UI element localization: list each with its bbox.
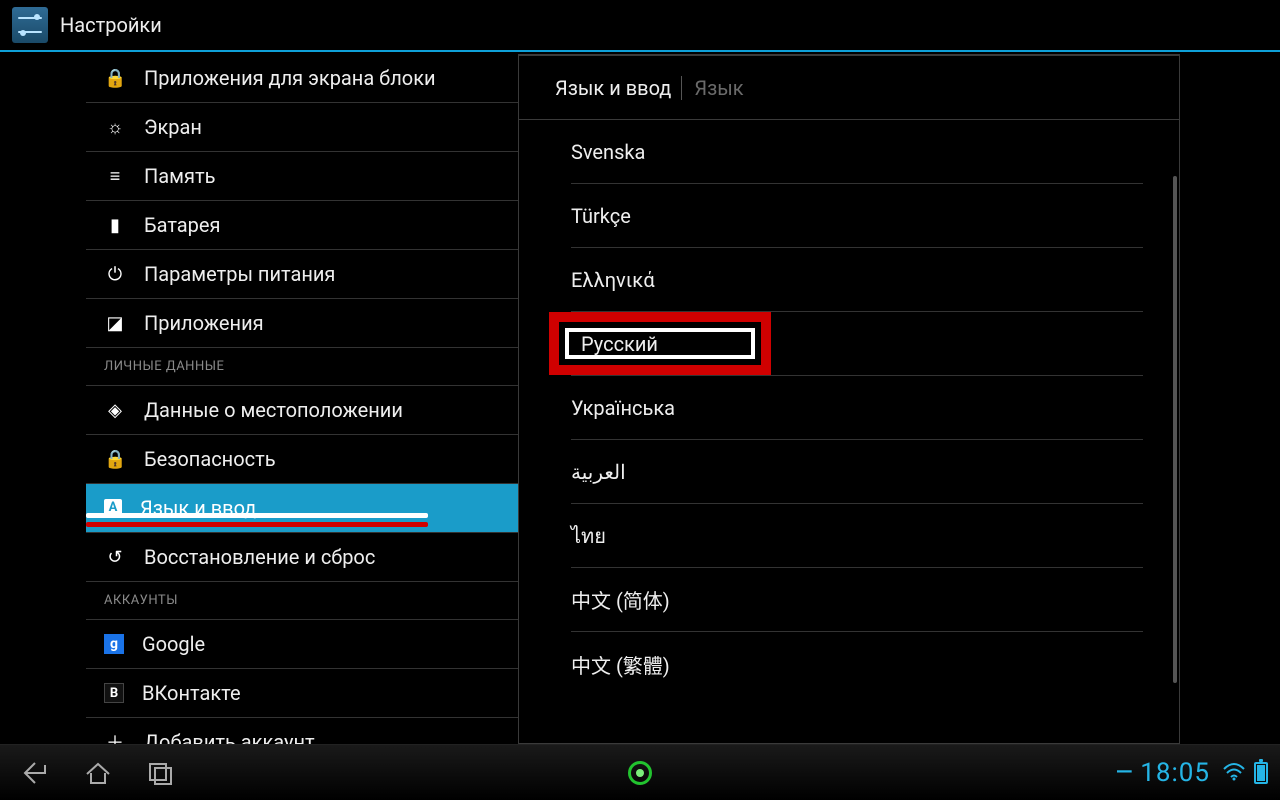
power-icon: ⏻ (104, 264, 126, 285)
sidebar-item-label: Память (144, 164, 215, 188)
sidebar-item-google[interactable]: g Google (86, 620, 518, 669)
language-label: Svenska (571, 140, 645, 164)
sidebar-item-label: Приложения (144, 311, 264, 335)
recent-apps-button[interactable] (136, 753, 184, 793)
sidebar-item-vk[interactable]: B ВКонтакте (86, 669, 518, 718)
sidebar-item-storage[interactable]: ≡ Память (86, 152, 518, 201)
wifi-icon (1222, 758, 1246, 788)
language-option-thai[interactable]: ไทย (571, 504, 1143, 568)
back-button[interactable] (12, 753, 60, 793)
sidebar-header-personal: ЛИЧНЫЕ ДАННЫЕ (86, 348, 518, 386)
annotation-underline-white (86, 513, 428, 518)
language-option-arabic[interactable]: العربية (571, 440, 1143, 504)
plus-icon: ＋ (104, 729, 126, 744)
sidebar-item-label: Батарея (144, 213, 220, 237)
status-separator-icon: – (1115, 758, 1135, 788)
restore-icon: ↺ (104, 547, 126, 568)
language-option-turkce[interactable]: Türkçe (571, 184, 1143, 248)
language-label: Türkçe (571, 204, 631, 228)
language-list[interactable]: Svenska Türkçe Ελληνικά Русский Ук (519, 120, 1179, 696)
home-button[interactable] (74, 753, 122, 793)
vk-icon: B (104, 683, 124, 703)
sidebar-item-security[interactable]: 🔒 Безопасность (86, 435, 518, 484)
annotation-underline-red (86, 522, 428, 527)
language-option-chinese-simplified[interactable]: 中文 (简体) (571, 568, 1143, 632)
language-label: Русский (581, 332, 658, 356)
status-area[interactable]: – 18:05 (1115, 758, 1268, 788)
sidebar-item-label: ВКонтакте (142, 681, 241, 705)
language-option-ukrainian[interactable]: Українська (571, 376, 1143, 440)
storage-icon: ≡ (104, 166, 126, 187)
brightness-icon: ☼ (104, 117, 126, 138)
settings-app-icon (12, 7, 48, 43)
sidebar-item-label: Экран (144, 115, 202, 139)
system-navbar: – 18:05 (0, 744, 1280, 800)
apps-icon: ◪ (104, 313, 126, 334)
breadcrumb-root[interactable]: Язык и ввод (555, 76, 671, 100)
sidebar-item-label: Данные о местоположении (144, 398, 403, 422)
breadcrumb-current: Язык (681, 76, 743, 100)
sidebar-item-add-account[interactable]: ＋ Добавить аккаунт (86, 718, 518, 744)
language-label: 中文 (简体) (571, 585, 670, 614)
lock-icon: 🔒 (104, 68, 126, 89)
sidebar-header-accounts: АККАУНТЫ (86, 582, 518, 620)
language-label: Українська (571, 396, 675, 420)
language-label: Ελληνικά (571, 268, 655, 292)
language-option-greek[interactable]: Ελληνικά (571, 248, 1143, 312)
google-icon: g (104, 634, 124, 654)
location-icon: ◈ (104, 400, 126, 421)
scrollbar[interactable] (1173, 176, 1177, 683)
language-option-russian[interactable]: Русский (571, 312, 1143, 376)
sidebar-item-label: Приложения для экрана блоки (144, 66, 436, 90)
annotation-highlight-box: Русский (549, 312, 771, 375)
language-label: ไทย (571, 520, 606, 552)
sidebar-item-label: Восстановление и сброс (144, 545, 375, 569)
title-bar: Настройки (0, 0, 1280, 52)
sidebar-item-battery[interactable]: ▮ Батарея (86, 201, 518, 250)
sidebar-item-label: Добавить аккаунт (144, 730, 315, 744)
sidebar-item-display[interactable]: ☼ Экран (86, 103, 518, 152)
breadcrumb: Язык и ввод Язык (519, 56, 1179, 120)
sidebar-item-label: Безопасность (144, 447, 276, 471)
sidebar-item-backup-reset[interactable]: ↺ Восстановление и сброс (86, 533, 518, 582)
battery-status-icon (1254, 762, 1268, 784)
language-label: 中文 (繁體) (571, 650, 670, 679)
lock-icon: 🔒 (104, 449, 126, 470)
sidebar-item-location[interactable]: ◈ Данные о местоположении (86, 386, 518, 435)
sidebar-item-label: Google (142, 632, 205, 656)
language-option-svenska[interactable]: Svenska (571, 120, 1143, 184)
main-panel: Язык и ввод Язык Svenska Türkçe Ελληνικά… (518, 54, 1180, 744)
sidebar-item-apps[interactable]: ◪ Приложения (86, 299, 518, 348)
app-title: Настройки (60, 13, 162, 37)
language-label: العربية (571, 460, 626, 484)
sidebar-item-lockscreen-apps[interactable]: 🔒 Приложения для экрана блоки (86, 54, 518, 103)
language-option-chinese-traditional[interactable]: 中文 (繁體) (571, 632, 1143, 696)
settings-sidebar: 🔒 Приложения для экрана блоки ☼ Экран ≡ … (86, 54, 518, 744)
sidebar-item-power[interactable]: ⏻ Параметры питания (86, 250, 518, 299)
battery-icon: ▮ (104, 215, 126, 236)
sidebar-item-label: Параметры питания (144, 262, 335, 286)
notification-indicator-icon[interactable] (628, 761, 652, 785)
clock: 18:05 (1140, 758, 1210, 788)
